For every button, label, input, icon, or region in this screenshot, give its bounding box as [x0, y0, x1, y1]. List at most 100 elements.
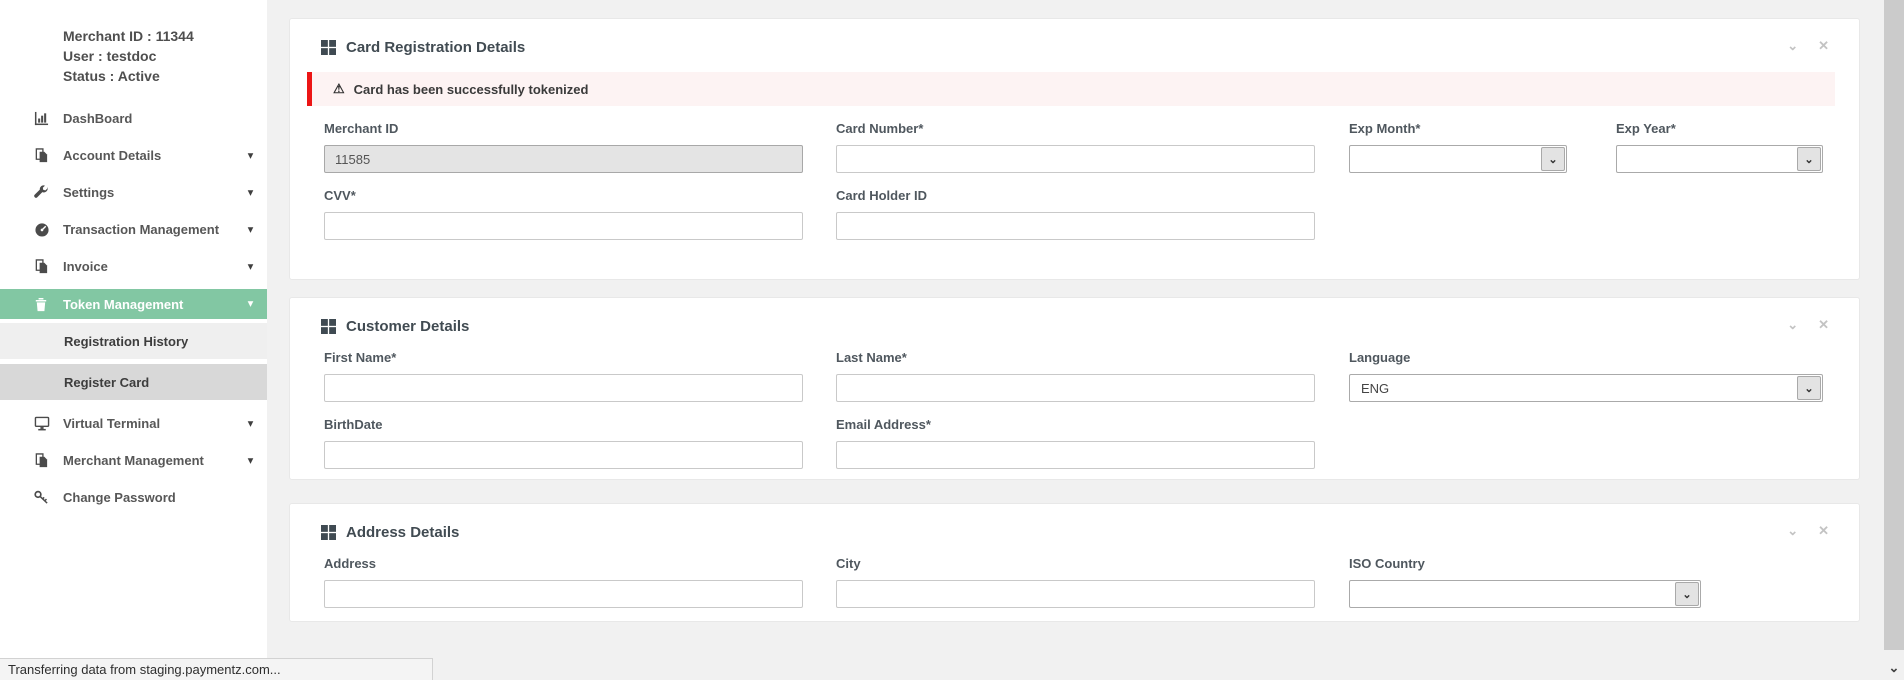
- sidebar-item-dashboard[interactable]: DashBoard: [0, 100, 267, 137]
- caret-down-icon: ▾: [248, 187, 253, 198]
- cvv-label: CVV*: [324, 188, 803, 203]
- birthdate-label: BirthDate: [324, 417, 803, 432]
- language-select[interactable]: ENG ⌄: [1349, 374, 1823, 402]
- last-name-group: Last Name*: [836, 350, 1315, 402]
- sidebar-nav: DashBoard Account Details ▾ Settings ▾ T…: [0, 100, 267, 516]
- warning-icon: ⚠: [333, 81, 345, 97]
- sidebar-item-label: Virtual Terminal: [63, 416, 160, 431]
- panel-controls: ⌄ ✕: [1787, 524, 1829, 538]
- exp-year-label: Exp Year*: [1616, 121, 1823, 136]
- sidebar-item-label: DashBoard: [63, 111, 132, 126]
- card-holder-id-field[interactable]: [836, 212, 1315, 240]
- user-text: User : testdoc: [63, 46, 257, 66]
- scroll-down-icon[interactable]: ⌄: [1884, 658, 1904, 678]
- documents-icon: [34, 453, 63, 468]
- cvv-field[interactable]: [324, 212, 803, 240]
- iso-country-select[interactable]: ⌄: [1349, 580, 1701, 608]
- panel-title: Customer Details: [346, 318, 469, 335]
- caret-down-icon: ▾: [248, 261, 253, 272]
- iso-country-group: ISO Country ⌄: [1349, 556, 1701, 608]
- sidebar-item-label: Transaction Management: [63, 222, 219, 237]
- grid-icon: [321, 40, 336, 55]
- sidebar-item-account-details[interactable]: Account Details ▾: [0, 137, 267, 174]
- email-address-label: Email Address*: [836, 417, 1315, 432]
- collapse-icon[interactable]: ⌄: [1787, 318, 1798, 332]
- first-name-field[interactable]: [324, 374, 803, 402]
- sidebar-item-label: Merchant Management: [63, 453, 204, 468]
- first-name-label: First Name*: [324, 350, 803, 365]
- card-registration-panel: Card Registration Details ⌄ ✕ ⚠ Card has…: [289, 18, 1860, 280]
- sidebar-item-registration-history[interactable]: Registration History: [0, 323, 267, 359]
- email-address-group: Email Address*: [836, 417, 1315, 469]
- caret-down-icon: ▾: [248, 150, 253, 161]
- language-value: ENG: [1350, 381, 1797, 396]
- last-name-field[interactable]: [836, 374, 1315, 402]
- chevron-down-icon: ⌄: [1675, 582, 1699, 606]
- city-group: City: [836, 556, 1315, 608]
- email-address-field[interactable]: [836, 441, 1315, 469]
- language-group: Language ENG ⌄: [1349, 350, 1823, 402]
- caret-down-icon: ▾: [248, 299, 253, 310]
- city-label: City: [836, 556, 1315, 571]
- sidebar-item-label: Registration History: [64, 334, 188, 349]
- exp-year-select[interactable]: ⌄: [1616, 145, 1823, 173]
- form-row: First Name* Last Name* Language ENG ⌄: [290, 350, 1859, 402]
- close-icon[interactable]: ✕: [1818, 524, 1829, 538]
- exp-month-select[interactable]: ⌄: [1349, 145, 1567, 173]
- collapse-icon[interactable]: ⌄: [1787, 524, 1798, 538]
- panel-controls: ⌄ ✕: [1787, 39, 1829, 53]
- address-group: Address: [324, 556, 803, 608]
- sidebar-item-label: Register Card: [64, 375, 149, 390]
- sidebar-item-label: Settings: [63, 185, 114, 200]
- iso-country-label: ISO Country: [1349, 556, 1701, 571]
- form-row: CVV* Card Holder ID: [290, 188, 1859, 240]
- merchant-id-field: [324, 145, 803, 173]
- grid-icon: [321, 525, 336, 540]
- form-row: Merchant ID Card Number* Exp Month* ⌄ Ex…: [290, 121, 1859, 173]
- card-number-group: Card Number*: [836, 121, 1315, 173]
- panel-header: Address Details: [290, 504, 1859, 541]
- card-holder-id-label: Card Holder ID: [836, 188, 1315, 203]
- exp-month-group: Exp Month* ⌄: [1349, 121, 1567, 173]
- sidebar-item-label: Account Details: [63, 148, 161, 163]
- token-icon: [34, 297, 63, 312]
- panel-title: Address Details: [346, 524, 459, 541]
- exp-year-group: Exp Year* ⌄: [1616, 121, 1823, 173]
- panel-title: Card Registration Details: [346, 39, 525, 56]
- address-details-panel: Address Details ⌄ ✕ Address City ISO Cou…: [289, 503, 1860, 622]
- sidebar-item-token-management[interactable]: Token Management ▾: [0, 289, 267, 319]
- sidebar-item-virtual-terminal[interactable]: Virtual Terminal ▾: [0, 405, 267, 442]
- sidebar: Merchant ID : 11344 User : testdoc Statu…: [0, 0, 267, 680]
- success-alert: ⚠ Card has been successfully tokenized: [307, 72, 1835, 106]
- chevron-down-icon: ⌄: [1797, 376, 1821, 400]
- sidebar-item-change-password[interactable]: Change Password: [0, 479, 267, 516]
- birthdate-group: BirthDate: [324, 417, 803, 469]
- main-content: Card Registration Details ⌄ ✕ ⚠ Card has…: [267, 0, 1884, 680]
- sidebar-item-label: Invoice: [63, 259, 108, 274]
- cvv-group: CVV*: [324, 188, 803, 240]
- birthdate-field[interactable]: [324, 441, 803, 469]
- card-number-label: Card Number*: [836, 121, 1315, 136]
- address-field[interactable]: [324, 580, 803, 608]
- caret-down-icon: ▾: [248, 455, 253, 466]
- merchant-id-group: Merchant ID: [324, 121, 803, 173]
- sidebar-item-label: Token Management: [63, 297, 183, 312]
- sidebar-item-transaction-management[interactable]: Transaction Management ▾: [0, 211, 267, 248]
- sidebar-item-invoice[interactable]: Invoice ▾: [0, 248, 267, 285]
- city-field[interactable]: [836, 580, 1315, 608]
- sidebar-item-register-card[interactable]: Register Card: [0, 364, 267, 400]
- alert-text: Card has been successfully tokenized: [354, 82, 589, 97]
- sidebar-item-merchant-management[interactable]: Merchant Management ▾: [0, 442, 267, 479]
- close-icon[interactable]: ✕: [1818, 39, 1829, 53]
- sidebar-item-label: Change Password: [63, 490, 176, 505]
- merchant-info: Merchant ID : 11344 User : testdoc Statu…: [0, 0, 267, 86]
- chevron-down-icon: ⌄: [1541, 147, 1565, 171]
- customer-details-panel: Customer Details ⌄ ✕ First Name* Last Na…: [289, 297, 1860, 480]
- merchant-id-text: Merchant ID : 11344: [63, 26, 257, 46]
- scrollbar-thumb[interactable]: [1884, 0, 1904, 650]
- sidebar-item-settings[interactable]: Settings ▾: [0, 174, 267, 211]
- card-number-field[interactable]: [836, 145, 1315, 173]
- close-icon[interactable]: ✕: [1818, 318, 1829, 332]
- collapse-icon[interactable]: ⌄: [1787, 39, 1798, 53]
- panel-controls: ⌄ ✕: [1787, 318, 1829, 332]
